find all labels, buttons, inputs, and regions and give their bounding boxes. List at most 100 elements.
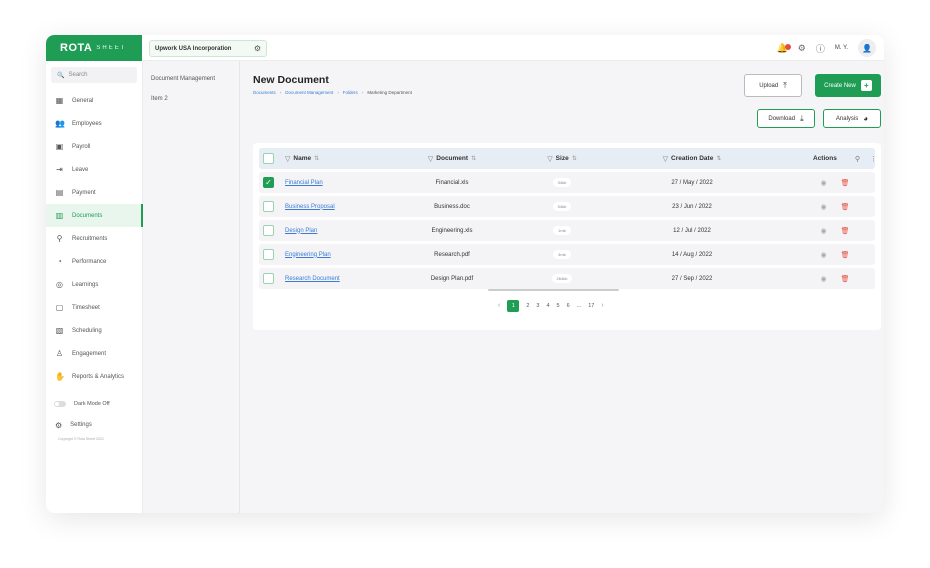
sidebar-item-leave[interactable]: ⇥ Leave — [46, 158, 142, 181]
eye-icon[interactable]: ◉ — [821, 227, 827, 235]
chevron-right-icon[interactable]: › — [601, 302, 603, 309]
sort-icon[interactable]: ⇅ — [716, 155, 721, 162]
page-button[interactable]: 5 — [557, 303, 560, 309]
sidebar-item-general[interactable]: ▦ General — [46, 89, 142, 112]
documents-table-card: ▽ Name ⇅ ▽ Document ⇅ ▽ Size ⇅ ▽ Creation Date ⇅… — [253, 143, 881, 330]
document-cell: Design Plan.pdf — [430, 275, 474, 282]
page-button[interactable]: 4 — [546, 303, 549, 309]
help-icon[interactable]: ⓘ — [816, 42, 825, 55]
page-button[interactable]: 2 — [526, 303, 529, 309]
page-button-current[interactable]: 1 — [507, 299, 520, 312]
row-checkbox[interactable] — [263, 225, 274, 236]
company-selector[interactable]: Upwork USA Incorporation ⚙ — [149, 40, 267, 57]
column-header-size[interactable]: ▽ Size ⇅ — [527, 148, 597, 169]
sidebar-item-payroll[interactable]: ▣ Payroll — [46, 135, 142, 158]
subsidebar-item-item-2[interactable]: Item 2 — [143, 96, 239, 102]
eye-icon[interactable]: ◉ — [821, 251, 827, 259]
chevron-left-icon[interactable]: ‹ — [498, 302, 500, 309]
company-settings-icon[interactable]: ⚙ — [254, 44, 261, 53]
document-link[interactable]: Research Document — [285, 276, 340, 282]
document-link[interactable]: Financial Plan — [285, 180, 323, 186]
trash-icon[interactable]: 🗑 — [841, 227, 850, 235]
trash-icon[interactable]: 🗑 — [841, 203, 850, 211]
table-row[interactable]: Business Proposal Business.doc 54kb 23 /… — [259, 196, 875, 217]
breadcrumb-folders[interactable]: Folders — [343, 90, 358, 95]
plus-icon: + — [860, 80, 872, 91]
table-row[interactable]: Engineering Plan Research.pdf 4mb 14 / A… — [259, 244, 875, 265]
document-link[interactable]: Design Plan — [285, 228, 317, 234]
documents-icon: ▥ — [55, 211, 64, 220]
analysis-button[interactable]: Analysis ◕ — [823, 109, 881, 128]
size-badge: 34kb — [552, 178, 572, 187]
table-row[interactable]: Design Plan Engineering.xls 1mb 12 / Jul… — [259, 220, 875, 241]
filter-icon[interactable]: ▽ — [428, 155, 433, 163]
sidebar-item-scheduling[interactable]: ▧ Scheduling — [46, 319, 142, 342]
name-cell: Business Proposal — [285, 196, 335, 217]
row-checkbox[interactable] — [263, 201, 274, 212]
document-link[interactable]: Engineering Plan — [285, 252, 331, 258]
row-checkbox[interactable] — [263, 273, 274, 284]
gear-icon[interactable]: ⚙ — [798, 43, 806, 54]
page-button[interactable]: 3 — [536, 303, 539, 309]
size-cell: 1mb — [527, 220, 597, 241]
eye-icon[interactable]: ◉ — [821, 203, 827, 211]
learnings-icon: ◎ — [56, 280, 63, 289]
filter-icon[interactable]: ▽ — [547, 155, 552, 163]
trash-icon[interactable]: 🗑 — [841, 275, 850, 283]
document-link[interactable]: Business Proposal — [285, 204, 335, 210]
download-button[interactable]: Download ⤓ — [757, 109, 815, 128]
app-window: ROTA SHEET Upwork USA Incorporation ⚙ 🔔 … — [46, 35, 884, 513]
leave-icon: ⇥ — [56, 165, 63, 174]
sidebar-item-timesheet[interactable]: ▢ Timesheet — [46, 296, 142, 319]
actions-cell: ◉ 🗑 — [805, 172, 865, 193]
search-input[interactable]: 🔍 Search — [51, 67, 137, 83]
column-header-name[interactable]: ▽ Name ⇅ — [285, 148, 319, 169]
sidebar-item-label: Leave — [72, 166, 89, 173]
user-initials[interactable]: M. Y. — [835, 45, 848, 51]
search-icon[interactable]: ⚲ — [855, 155, 860, 163]
dark-mode-toggle[interactable] — [54, 401, 66, 407]
sidebar-item-recruitments[interactable]: ⚲ Recruitments — [46, 227, 142, 250]
sidebar-item-settings[interactable]: ⚙ Settings — [46, 418, 142, 432]
row-checkbox[interactable] — [263, 249, 274, 260]
breadcrumb-documents[interactable]: Documents — [253, 90, 276, 95]
table-row[interactable]: ✓ Financial Plan Financial.xls 34kb 27 /… — [259, 172, 875, 193]
trash-icon[interactable]: 🗑 — [841, 251, 850, 259]
sidebar-item-label: Payroll — [72, 143, 91, 150]
sort-icon[interactable]: ⇅ — [471, 155, 476, 162]
more-vertical-icon[interactable]: ⋮ — [870, 155, 877, 163]
actions-cell: ◉ 🗑 — [805, 268, 865, 289]
eye-icon[interactable]: ◉ — [821, 275, 827, 283]
sidebar-item-payment[interactable]: ▤ Payment — [46, 181, 142, 204]
sidebar-item-engagement[interactable]: ♙ Engagement — [46, 342, 142, 365]
secondary-sidebar: Document Management Item 2 — [143, 61, 240, 513]
eye-icon[interactable]: ◉ — [821, 179, 827, 187]
page-ellipsis: ... — [576, 302, 582, 309]
upload-button[interactable]: Upload ⤒ — [744, 74, 802, 97]
filter-icon[interactable]: ▽ — [285, 155, 290, 163]
column-header-date[interactable]: ▽ Creation Date ⇅ — [637, 148, 747, 169]
document-cell: Business.doc — [434, 203, 470, 210]
sort-icon[interactable]: ⇅ — [572, 155, 577, 162]
table-row[interactable]: Research Document Design Plan.pdf 264kb … — [259, 268, 875, 289]
breadcrumb-document-management[interactable]: Document Management — [285, 90, 333, 95]
page-button[interactable]: 6 — [567, 303, 570, 309]
sidebar-item-employees[interactable]: 👥 Employees — [46, 112, 142, 135]
horizontal-scrollbar[interactable] — [488, 289, 619, 291]
trash-icon[interactable]: 🗑 — [841, 179, 850, 187]
column-header-document[interactable]: ▽ Document ⇅ — [407, 148, 497, 169]
avatar[interactable]: 👤 — [858, 39, 876, 57]
sort-icon[interactable]: ⇅ — [314, 155, 319, 162]
row-checkbox[interactable]: ✓ — [263, 177, 274, 188]
sidebar-item-performance[interactable]: ◔ Performance — [46, 250, 142, 273]
sidebar-item-learnings[interactable]: ◎ Learnings — [46, 273, 142, 296]
notification-icon[interactable]: 🔔 — [777, 43, 791, 54]
sidebar-item-reports[interactable]: ✋ Reports & Analytics — [46, 365, 142, 388]
page-button[interactable]: 17 — [588, 303, 594, 309]
create-new-button[interactable]: Create New + — [815, 74, 881, 97]
filter-icon[interactable]: ▽ — [663, 155, 668, 163]
select-all-checkbox[interactable] — [263, 153, 274, 164]
sidebar-item-documents[interactable]: ▥ Documents — [46, 204, 143, 227]
subsidebar-item-document-management[interactable]: Document Management — [143, 76, 239, 82]
logo[interactable]: ROTA SHEET — [46, 35, 142, 61]
